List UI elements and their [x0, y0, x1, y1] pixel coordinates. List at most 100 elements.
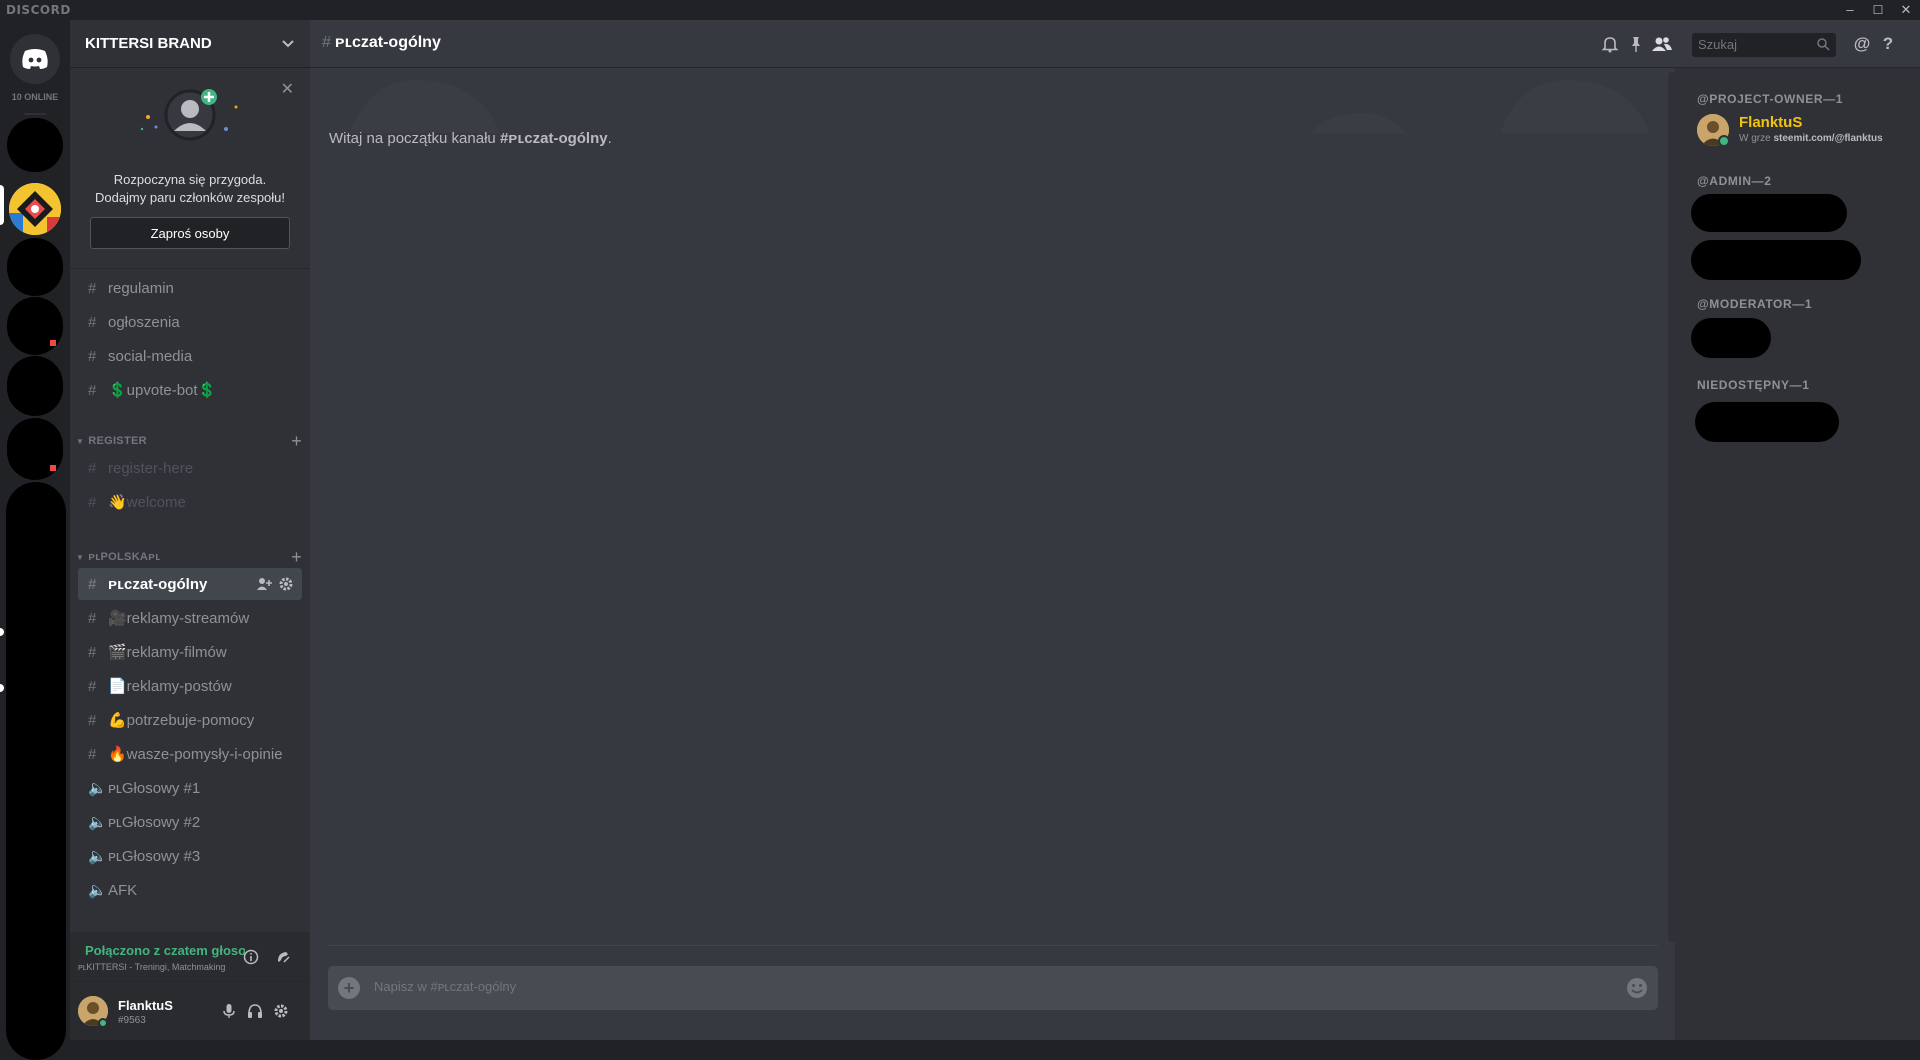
channel-sidebar: KITTERSI BRAND ✕ Rozpoczyna się przygoda…: [70, 20, 310, 1040]
kittersi-logo-icon: [9, 183, 61, 235]
role-header: @ADMIN—2: [1697, 174, 1772, 188]
channel-label: ᴘʟGłosowy #2: [108, 813, 201, 831]
invite-text: Rozpoczyna się przygoda. Dodajmy paru cz…: [70, 171, 310, 207]
voice-channel-item[interactable]: 🔈 AFK: [78, 874, 302, 906]
locked-hash-icon: #: [322, 34, 331, 51]
server-icon-redacted[interactable]: [7, 356, 63, 416]
mute-button[interactable]: [218, 1000, 240, 1022]
add-channel-icon[interactable]: +: [291, 431, 302, 452]
channel-item[interactable]: # social-media: [78, 340, 302, 372]
maximize-button[interactable]: ☐: [1864, 0, 1892, 20]
message-area: Witaj na początku kanału #ᴘʟczat-ogólny.…: [310, 68, 1676, 1040]
voice-channel-name[interactable]: ᴘʟKITTERSI - Treningi, Matchmaking: [78, 962, 238, 972]
voice-status[interactable]: Połączono z czatem głosowym: [85, 943, 245, 958]
online-count: 10 ONLINE: [11, 92, 59, 102]
active-server-pill: [0, 185, 4, 225]
help-button[interactable]: ?: [1877, 33, 1899, 55]
chevron-down-icon: ▼: [76, 552, 85, 562]
add-channel-icon[interactable]: +: [291, 547, 302, 568]
home-button[interactable]: [10, 34, 60, 84]
member-list-toggle-button[interactable]: [1651, 33, 1673, 55]
close-icon[interactable]: ✕: [281, 79, 294, 99]
message-input[interactable]: + Napisz w #ᴘʟczat-ogólny: [328, 966, 1658, 1010]
channel-label: ᴘʟGłosowy #3: [108, 847, 201, 865]
user-settings-button[interactable]: [270, 1000, 292, 1022]
member-redacted[interactable]: [1695, 402, 1839, 442]
deafen-button[interactable]: [244, 1000, 266, 1022]
minimize-button[interactable]: –: [1836, 0, 1864, 20]
welcome-prefix: Witaj na początku kanału: [329, 130, 500, 147]
message-placeholder: Napisz w #ᴘʟczat-ogólny: [374, 979, 517, 994]
channel-item[interactable]: # 🔥wasze-pomysły-i-opinie: [78, 738, 302, 770]
pinned-messages-button[interactable]: [1625, 33, 1647, 55]
channel-label: 💲upvote-bot💲: [108, 382, 217, 399]
voice-channel-item[interactable]: 🔈 ᴘʟGłosowy #2: [78, 806, 302, 838]
connection-info-button[interactable]: [240, 946, 262, 968]
channel-label: 💪potrzebuje-pomocy: [108, 712, 255, 729]
activity-prefix: W grze: [1739, 133, 1774, 144]
channel-item[interactable]: # 💪potrzebuje-pomocy: [78, 704, 302, 736]
voice-channel-item[interactable]: 🔈 ᴘʟGłosowy #3: [78, 840, 302, 872]
category-register[interactable]: ▼ REGISTER +: [76, 431, 304, 452]
role-header: @PROJECT-OWNER—1: [1697, 92, 1843, 106]
add-member-illustration-icon: [140, 89, 238, 141]
member-redacted[interactable]: [1691, 194, 1847, 232]
member-redacted[interactable]: [1691, 240, 1861, 280]
channel-label: ᴘʟGłosowy #1: [108, 779, 201, 797]
channel-item[interactable]: # 👋welcome: [78, 486, 302, 518]
channel-item[interactable]: # 📄reklamy-postów: [78, 670, 302, 702]
close-window-button[interactable]: ✕: [1892, 0, 1920, 20]
invite-icon[interactable]: [256, 576, 272, 592]
channel-item[interactable]: # register-here: [78, 452, 302, 484]
channel-item[interactable]: # 🎬reklamy-filmów: [78, 636, 302, 668]
channel-title: # ᴘʟczat-ogólny: [322, 34, 441, 52]
server-icon-kittersi[interactable]: [9, 183, 61, 235]
category-polska[interactable]: ▼ ᴘʟPOLSKAᴘʟ +: [76, 547, 304, 568]
role-header: @MODERATOR—1: [1697, 297, 1813, 311]
channel-label: regulamin: [108, 279, 174, 297]
locked-hash-icon: #: [88, 459, 97, 477]
voice-channel-item[interactable]: 🔈 ᴘʟGłosowy #1: [78, 772, 302, 804]
microphone-icon: [223, 1004, 235, 1018]
mention-badge: [50, 465, 56, 471]
pin-icon: [1632, 37, 1640, 52]
channel-welcome-text: Witaj na początku kanału #ᴘʟczat-ogólny.: [329, 130, 612, 147]
channel-label: 🔥wasze-pomysły-i-opinie: [108, 746, 283, 763]
user-tag: #9563: [118, 1015, 146, 1026]
channel-label: ogłoszenia: [108, 313, 180, 331]
chevron-down-icon: [282, 40, 294, 48]
channel-item[interactable]: # 💲upvote-bot💲: [78, 374, 302, 406]
disconnect-button[interactable]: [272, 946, 294, 968]
username: FlanktuS: [118, 998, 173, 1013]
invite-people-button[interactable]: Zaproś osoby: [90, 217, 290, 249]
channel-item[interactable]: # 🎥reklamy-streamów: [78, 602, 302, 634]
online-status-dot: [1718, 135, 1730, 147]
welcome-suffix: .: [607, 130, 612, 147]
channel-label: AFK: [108, 881, 138, 899]
mentions-button[interactable]: @: [1851, 33, 1873, 55]
server-icon-redacted[interactable]: [7, 118, 63, 172]
member-redacted[interactable]: [1691, 318, 1771, 358]
emoji-icon[interactable]: [1626, 977, 1648, 999]
notification-settings-button[interactable]: [1599, 33, 1621, 55]
locked-hash-icon: #: [88, 279, 97, 297]
members-icon: [1652, 37, 1672, 51]
channel-label: 🎥reklamy-streamów: [108, 610, 250, 627]
discord-logo-icon: [22, 49, 48, 69]
server-list-redacted[interactable]: [6, 482, 66, 1060]
server-icon-redacted[interactable]: [7, 238, 63, 296]
channel-item-active[interactable]: # ᴘʟczat-ogólny: [78, 568, 302, 600]
search-input[interactable]: Szukaj: [1692, 33, 1836, 57]
invite-line-2: Dodajmy paru członków zespołu!: [94, 190, 286, 205]
rail-separator: [24, 113, 46, 115]
locked-hash-icon: #: [88, 381, 97, 399]
info-icon: [243, 949, 259, 965]
gear-icon[interactable]: [278, 576, 294, 592]
server-icon-redacted[interactable]: [7, 297, 63, 355]
upload-button[interactable]: +: [338, 977, 360, 999]
channel-item[interactable]: # ogłoszenia: [78, 306, 302, 338]
channel-item[interactable]: # regulamin: [78, 272, 302, 304]
bell-icon: [1601, 37, 1619, 53]
guild-header[interactable]: KITTERSI BRAND: [70, 20, 310, 68]
member-name[interactable]: FlanktuS: [1739, 114, 1802, 131]
